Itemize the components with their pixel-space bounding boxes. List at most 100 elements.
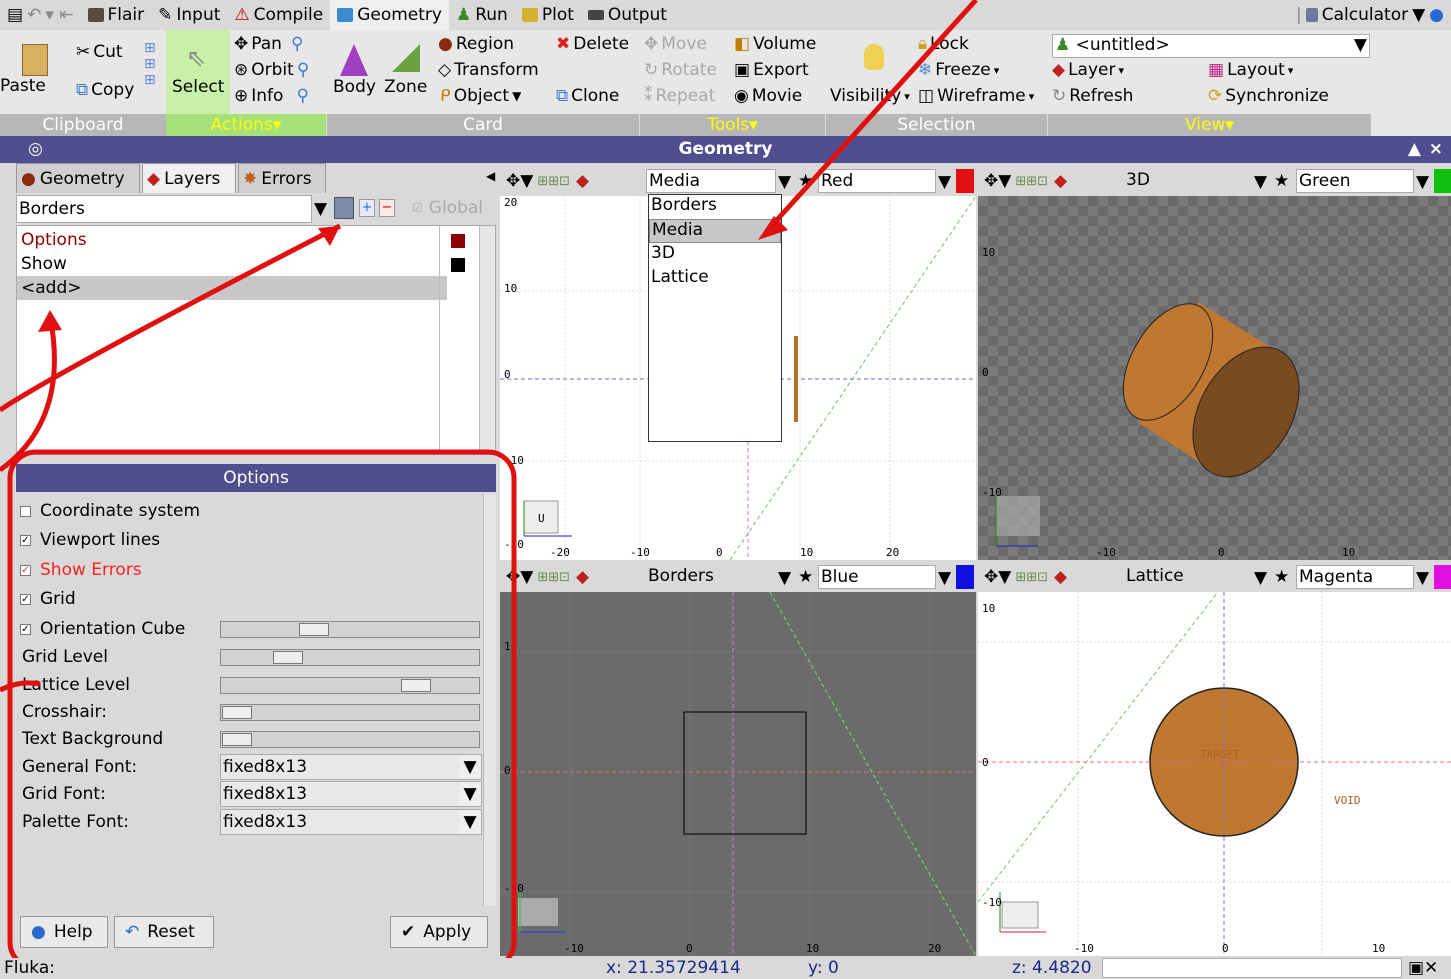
palette-font-select[interactable]: fixed8x13 ▼ [220,809,482,835]
paste-button[interactable] [22,44,48,76]
help-button[interactable]: ● Help [20,916,108,948]
tab-plot[interactable]: Plot [515,0,581,30]
synchronize-button[interactable]: ⟳ Synchronize [1208,86,1329,106]
chevron-down-icon[interactable]: ▼ [314,199,327,219]
tab-errors[interactable]: ✸ Errors [238,163,326,193]
global-checkbox[interactable]: ☑ Global [412,198,483,218]
lock-button[interactable]: 🔒︎ Lock [918,34,969,54]
chevron-down-icon[interactable]: ▼ [938,172,951,192]
project-combo[interactable]: ♟ <untitled> ▼ [1052,34,1370,58]
dropdown-item[interactable]: Borders [649,195,781,219]
tab-geometry[interactable]: Geometry [330,0,449,30]
body-button[interactable]: Body [333,77,376,97]
viewport-color-select[interactable]: Blue [818,565,936,589]
region-button[interactable]: ● Region [438,34,514,54]
arrow-icons[interactable]: ⊞⊞⊡ [537,174,570,189]
maximize-icon[interactable]: ▲ [1408,136,1421,163]
zone-button[interactable]: Zone [384,77,427,97]
paste-label[interactable]: Paste [0,76,46,96]
pan-icon[interactable]: ✥ [506,567,520,587]
move-button[interactable]: ✥ Move [644,34,707,54]
show-errors-checkbox[interactable]: ✓ Show Errors [20,560,142,580]
tool-icon[interactable]: ▣✕ [1408,958,1438,978]
wireframe-button[interactable]: ◫ Wireframe ▾ [918,86,1034,106]
freeze-button[interactable]: ❄ Freeze ▾ [918,60,999,80]
layer-clone-icon[interactable] [334,197,354,219]
reset-button[interactable]: ↶ Reset [114,916,214,948]
pan-icon[interactable]: ✥ [506,171,520,191]
chevron-down-icon[interactable]: ▼ [1254,172,1267,192]
select-button[interactable]: Select [172,77,224,97]
layer-select[interactable]: Borders [16,195,312,223]
pan-icon[interactable]: ✥ [984,171,998,191]
viewport-top-right[interactable]: ✥ ▼ ⊞⊞⊡ ◆ 3D ▼ ★ Green ▼ 10 0 -10 -10 0 1… [978,166,1451,560]
volume-button[interactable]: ◧ Volume [734,34,816,54]
info-icon[interactable]: ● [1429,5,1444,25]
chevron-down-icon[interactable]: ▼ [1416,172,1429,192]
chevron-down-icon[interactable]: ▼ [998,567,1011,587]
dropdown-item[interactable]: Media [649,219,781,243]
star-icon[interactable]: ★ [1274,171,1289,191]
window-menu-icon[interactable]: ◎ [28,136,43,163]
object-button[interactable]: ᑭ Object ▼ [440,86,521,106]
grid-checkbox[interactable]: ✓ Grid [20,589,76,609]
delete-button[interactable]: ✖ Delete [556,34,629,54]
options-scrollbar[interactable] [483,494,496,906]
tab-flair[interactable]: Flair [81,0,152,30]
dropdown-item[interactable]: Lattice [649,267,781,291]
pan-button[interactable]: ✥ Pan ⚲ [234,34,303,54]
grid-font-select[interactable]: fixed8x13 ▼ [220,781,482,807]
tab-geometry-panel[interactable]: ● Geometry [16,163,140,193]
chevron-down-icon[interactable]: ▼ [520,171,533,191]
viewport-color-select[interactable]: Red [818,169,936,193]
copy-button[interactable]: ⧉ Copy [76,80,134,100]
chevron-down-icon[interactable]: ▼ [1254,568,1267,588]
refresh-button[interactable]: ↻ Refresh [1052,86,1133,106]
tab-layers[interactable]: ◆ Layers [142,163,236,193]
star-icon[interactable]: ★ [798,567,813,587]
undo-icon[interactable]: ↶ [27,5,41,25]
general-font-select[interactable]: fixed8x13 ▼ [220,754,482,780]
group-title-tools[interactable]: Tools▾ [639,114,825,136]
calculator-button[interactable]: | Calculator ▼ ● [1289,0,1451,30]
transform-button[interactable]: ◇ Transform [438,60,539,80]
orbit-button[interactable]: ⊛ Orbit ⚲ [234,60,309,80]
dropdown-item[interactable]: 3D [649,243,781,267]
viewport-layer-select[interactable]: Media [646,169,776,193]
chevron-down-icon[interactable]: ▼ [998,171,1011,191]
movie-button[interactable]: ◉ Movie [734,86,802,106]
tab-input[interactable]: ✎ Input [151,0,227,30]
tab-run[interactable]: ♟ Run [449,0,515,30]
chevron-down-icon[interactable]: ▼ [778,568,791,588]
chevron-down-icon[interactable]: ▼ [938,568,951,588]
add-icon[interactable]: + [359,199,375,217]
cut-button[interactable]: ✂ Cut [76,42,123,62]
repeat-button[interactable]: ⁑ Repeat [644,86,715,106]
lattice-level-slider[interactable] [220,677,480,694]
tab-output[interactable]: Output [581,0,674,30]
arrow-icons[interactable]: ⊞⊞⊡ [1015,570,1048,585]
orientation-cube-checkbox[interactable]: ✓ Orientation Cube [20,619,185,639]
star-icon[interactable]: ★ [798,171,813,191]
layer-dropdown[interactable]: Borders Media 3D Lattice [648,194,782,442]
pan-icon[interactable]: ✥ [984,567,998,587]
viewport-layer-select[interactable]: Borders [646,565,776,589]
viewport-bottom-left[interactable]: ✥ ▼ ⊞⊞⊡ ◆ Borders ▼ ★ Blue ▼ 10 0 -10 -10… [500,562,976,956]
save-icon[interactable]: ▤ [7,5,23,25]
chevron-down-icon[interactable]: ▼ [778,172,791,192]
chevron-down-icon[interactable]: ▼ [1416,568,1429,588]
close-icon[interactable]: × [1429,136,1443,163]
viewport-top-left[interactable]: ✥ ▼ ⊞⊞⊡ ◆ Media ▼ ★ Red ▼ U 20 10 0 -10 -… [500,166,976,560]
visibility-button[interactable]: Visibility ▾ [830,86,910,106]
scrollbar[interactable] [479,226,495,454]
remove-icon[interactable]: − [379,199,395,217]
list-item[interactable]: Show [17,252,437,276]
star-icon[interactable]: ★ [1274,567,1289,587]
arrow-icons[interactable]: ⊞⊞⊡ [1015,174,1048,189]
tab-compile[interactable]: ⚠ Compile [227,0,330,30]
export-button[interactable]: ▣ Export [734,60,809,80]
grid-level-slider[interactable] [220,649,480,666]
info-button[interactable]: ⊕ Info ⚲ [234,86,309,106]
viewport-color-select[interactable]: Magenta [1296,565,1414,589]
arrow-icons[interactable]: ⊞⊞⊡ [537,570,570,585]
